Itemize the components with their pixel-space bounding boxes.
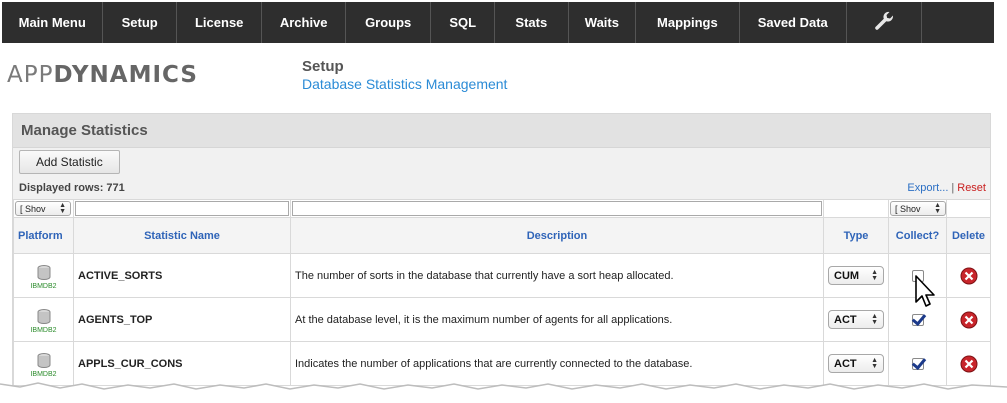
delete-icon[interactable]	[960, 267, 978, 285]
export-reset-links: Export... | Reset	[907, 182, 986, 194]
description-filter-input[interactable]	[292, 201, 822, 216]
statistic-description: At the database level, it is the maximum…	[290, 297, 824, 342]
platform-cell: IBMDB2	[13, 253, 74, 298]
description-filter-cell	[290, 199, 824, 218]
nav-setup[interactable]: Setup	[103, 2, 177, 43]
type-select[interactable]: CUM ▲ ▼	[828, 266, 884, 285]
table-header-row: Platform Statistic Name Description Type…	[13, 217, 991, 254]
name-filter-cell	[73, 199, 291, 218]
type-cell: CUM ▲ ▼	[823, 253, 889, 298]
type-value: CUM	[834, 269, 860, 282]
statistic-name: AGENTS_TOP	[73, 297, 291, 342]
nav-waits[interactable]: Waits	[569, 2, 637, 43]
select-arrows-icon: ▲ ▼	[871, 268, 878, 282]
col-type[interactable]: Type	[823, 217, 889, 254]
page-subtitle: Database Statistics Management	[302, 76, 508, 92]
appdynamics-logo: APPDYNAMICS	[7, 62, 198, 88]
logo-bold-text: DYNAMICS	[53, 62, 198, 88]
manage-statistics-panel: Manage Statistics Add Statistic Displaye…	[12, 113, 991, 403]
nav-blank	[922, 2, 994, 43]
delete-cell	[946, 253, 991, 298]
delete-cell	[946, 297, 991, 342]
panel-title: Manage Statistics	[13, 114, 990, 147]
displayed-rows-count: Displayed rows: 771	[19, 182, 125, 194]
col-description[interactable]: Description	[290, 217, 824, 254]
type-filter-cell	[823, 199, 889, 218]
torn-edge-decoration	[0, 382, 1007, 403]
select-arrows-icon: ▲ ▼	[871, 356, 878, 370]
top-nav: Main Menu Setup License Archive Groups S…	[2, 2, 994, 43]
collect-filter-value: [ Shov	[895, 203, 921, 214]
delete-filter-cell	[946, 199, 991, 218]
filter-row: [ Shov ▲ ▼ [ Shov ▲ ▼	[13, 199, 991, 218]
page-title: Setup	[302, 58, 344, 75]
mouse-cursor-icon	[915, 275, 935, 307]
reset-link[interactable]: Reset	[957, 182, 986, 194]
collect-checkbox[interactable]	[911, 313, 924, 326]
database-icon	[37, 308, 50, 324]
statistic-name: ACTIVE_SORTS	[73, 253, 291, 298]
add-statistic-button[interactable]: Add Statistic	[19, 150, 120, 174]
platform-label: IBMDB2	[30, 370, 57, 378]
platform-filter-select[interactable]: [ Shov ▲ ▼	[15, 201, 71, 216]
table-row: IBMDB2 AGENTS_TOP At the database level,…	[13, 297, 991, 342]
nav-main-menu[interactable]: Main Menu	[2, 2, 104, 43]
nav-groups[interactable]: Groups	[346, 2, 432, 43]
type-cell: ACT ▲ ▼	[823, 297, 889, 342]
database-icon	[37, 264, 50, 280]
nav-stats[interactable]: Stats	[495, 2, 569, 43]
platform-filter-value: [ Shov	[20, 203, 46, 214]
nav-mappings[interactable]: Mappings	[636, 2, 740, 43]
delete-icon[interactable]	[960, 311, 978, 329]
collect-checkbox[interactable]	[911, 357, 924, 370]
type-value: ACT	[834, 313, 857, 326]
statistic-description: The number of sorts in the database that…	[290, 253, 824, 298]
nav-sql[interactable]: SQL	[431, 2, 496, 43]
collect-filter-select[interactable]: [ Shov ▲ ▼	[890, 201, 946, 216]
col-collect[interactable]: Collect?	[888, 217, 947, 254]
select-arrows-icon: ▲ ▼	[871, 312, 878, 326]
export-link[interactable]: Export...	[907, 182, 948, 194]
platform-label: IBMDB2	[30, 282, 57, 290]
table-row: IBMDB2 ACTIVE_SORTS The number of sorts …	[13, 253, 991, 298]
col-statistic-name[interactable]: Statistic Name	[73, 217, 291, 254]
statistics-table: [ Shov ▲ ▼ [ Shov ▲ ▼ Platform Statistic Nam…	[13, 199, 991, 386]
type-select[interactable]: ACT ▲ ▼	[828, 310, 884, 329]
nav-tools[interactable]	[847, 2, 923, 43]
nav-archive[interactable]: Archive	[262, 2, 346, 43]
platform-cell: IBMDB2	[13, 297, 74, 342]
wrench-icon	[875, 11, 894, 30]
panel-toolbar: Add Statistic	[13, 147, 990, 177]
link-separator: |	[951, 182, 955, 194]
col-platform[interactable]: Platform	[13, 217, 74, 254]
platform-label: IBMDB2	[30, 326, 57, 334]
type-select[interactable]: ACT ▲ ▼	[828, 354, 884, 373]
platform-filter-cell: [ Shov ▲ ▼	[13, 199, 74, 218]
logo-light-text: APP	[7, 62, 54, 88]
col-delete: Delete	[946, 217, 991, 254]
database-icon	[37, 352, 50, 368]
name-filter-input[interactable]	[75, 201, 289, 216]
delete-icon[interactable]	[960, 355, 978, 373]
rows-info-bar: Displayed rows: 771 Export... | Reset	[13, 177, 990, 199]
select-arrows-icon: ▲ ▼	[59, 201, 66, 215]
collect-filter-cell: [ Shov ▲ ▼	[888, 199, 947, 218]
nav-license[interactable]: License	[177, 2, 263, 43]
type-value: ACT	[834, 357, 857, 370]
select-arrows-icon: ▲ ▼	[934, 201, 941, 215]
nav-saved-data[interactable]: Saved Data	[740, 2, 847, 43]
